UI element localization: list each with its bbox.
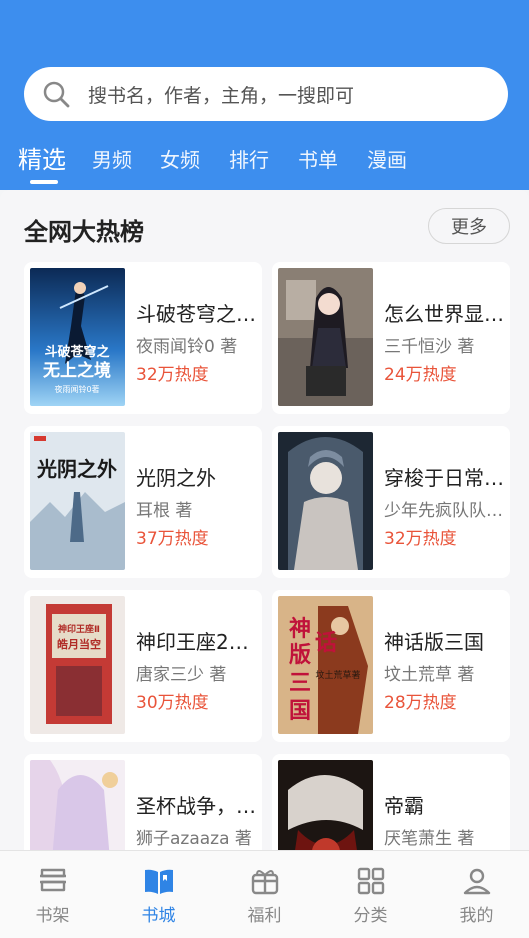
svg-text:神: 神	[289, 616, 311, 642]
svg-text:国: 国	[289, 698, 311, 724]
svg-text:斗破苍穹之: 斗破苍穹之	[44, 344, 109, 360]
book-author: 厌笔萧生 著	[384, 829, 475, 849]
nav-profile[interactable]: 我的	[424, 851, 529, 938]
book-cover[interactable]: 斗破苍穹之 无上之境 夜雨闻铃0著	[30, 268, 125, 406]
svg-text:话: 话	[315, 630, 337, 656]
book-author: 唐家三少 著	[136, 665, 227, 685]
category-tabs: 精选 男频 女频 排行 书单 漫画	[0, 138, 529, 188]
book-title: 神印王座2皓月当空	[136, 630, 256, 654]
book-card[interactable]: 斗破苍穹之 无上之境 夜雨闻铃0著 斗破苍穹之无上之境 夜雨闻铃0 著 32万热…	[24, 262, 262, 414]
book-cover[interactable]: 光阴之外	[30, 432, 125, 570]
header: 搜书名，作者，主角，一搜即可 精选 男频 女频 排行 书单 漫画	[0, 0, 529, 190]
book-heat: 28万热度	[384, 693, 457, 713]
tab-ranking[interactable]: 排行	[229, 144, 269, 173]
tab-featured[interactable]: 精选	[18, 140, 66, 175]
book-title: 斗破苍穹之无上之境	[136, 302, 256, 326]
search-bar[interactable]: 搜书名，作者，主角，一搜即可	[24, 67, 508, 121]
book-author: 少年先疯队队长 著	[384, 501, 506, 521]
gift-icon	[251, 870, 278, 895]
book-author: 夜雨闻铃0 著	[136, 337, 238, 357]
book-card[interactable]: 穿梭于日常与非日常 少年先疯队队长 著 32万热度	[272, 426, 510, 578]
book-card[interactable]: 怎么世界显示我是主角 三千恒沙 著 24万热度	[272, 262, 510, 414]
svg-text:夜雨闻铃0著: 夜雨闻铃0著	[54, 384, 99, 394]
grid-icon	[357, 867, 384, 895]
search-icon	[43, 81, 70, 108]
book-card[interactable]: 神印王座Ⅱ 皓月当空 神印王座2皓月当空 唐家三少 著 30万热度	[24, 590, 262, 742]
nav-label: 我的	[459, 906, 494, 926]
book-title: 穿梭于日常与非日常	[384, 466, 504, 490]
tab-indicator	[30, 180, 58, 184]
nav-bookstore[interactable]: 书城	[106, 851, 211, 938]
book-cover[interactable]	[278, 432, 373, 570]
book-cover[interactable]: 神印王座Ⅱ 皓月当空	[30, 596, 125, 734]
svg-text:三: 三	[289, 670, 311, 696]
book-author: 三千恒沙 著	[384, 337, 475, 357]
tab-female[interactable]: 女频	[160, 144, 200, 173]
main-content: 全网大热榜 更多 斗破苍穹之 无上之境 夜雨闻铃0著 斗破苍穹之无上之境 夜雨闻…	[0, 190, 529, 850]
user-icon	[463, 868, 490, 895]
book-open-icon	[144, 869, 173, 894]
book-heat: 37万热度	[136, 529, 209, 549]
nav-label: 分类	[353, 906, 388, 926]
book-cover[interactable]	[278, 760, 373, 850]
book-card[interactable]: 光阴之外 光阴之外 耳根 著 37万热度	[24, 426, 262, 578]
svg-text:无上之境: 无上之境	[42, 360, 111, 381]
more-button[interactable]: 更多	[428, 208, 510, 244]
svg-text:版: 版	[289, 642, 311, 668]
tab-male[interactable]: 男频	[92, 144, 132, 173]
svg-text:坟土荒草著: 坟土荒草著	[315, 669, 360, 681]
svg-text:皓月当空: 皓月当空	[57, 637, 101, 651]
book-card[interactable]: 神 版 三 国 话 坟土荒草著 神话版三国 坟土荒草 著 28万热度	[272, 590, 510, 742]
book-heat: 32万热度	[136, 365, 209, 385]
nav-label: 书城	[141, 906, 176, 926]
book-title: 怎么世界显示我是主角	[384, 302, 504, 326]
tab-booklist[interactable]: 书单	[298, 144, 338, 173]
book-author: 耳根 著	[136, 501, 193, 521]
svg-text:神印王座Ⅱ: 神印王座Ⅱ	[58, 623, 100, 635]
book-title: 光阴之外	[136, 466, 216, 490]
nav-welfare[interactable]: 福利	[212, 851, 317, 938]
nav-category[interactable]: 分类	[318, 851, 423, 938]
book-heat: 30万热度	[136, 693, 209, 713]
book-title: 神话版三国	[384, 630, 484, 654]
book-cover[interactable]	[278, 268, 373, 406]
book-heat: 24万热度	[384, 365, 457, 385]
nav-label: 书架	[35, 906, 70, 926]
book-card[interactable]: 帝霸 厌笔萧生 著	[272, 754, 510, 850]
bookshelf-icon	[39, 868, 66, 892]
nav-label: 福利	[247, 906, 282, 926]
search-placeholder: 搜书名，作者，主角，一搜即可	[88, 84, 355, 107]
book-title: 圣杯战争，我的从者是	[136, 794, 256, 818]
book-cover[interactable]	[30, 760, 125, 850]
bottom-nav: 书架 书城 福利 分类 我的	[0, 850, 529, 938]
book-heat: 32万热度	[384, 529, 457, 549]
book-title: 帝霸	[384, 794, 424, 818]
book-author: 狮子azaaza 著	[136, 829, 252, 849]
svg-text:光阴之外: 光阴之外	[36, 457, 117, 481]
book-cover[interactable]: 神 版 三 国 话 坟土荒草著	[278, 596, 373, 734]
section-title: 全网大热榜	[24, 218, 144, 246]
nav-bookshelf[interactable]: 书架	[0, 851, 105, 938]
tab-comics[interactable]: 漫画	[367, 144, 407, 173]
book-card[interactable]: 圣杯战争，我的从者是 狮子azaaza 著	[24, 754, 262, 850]
book-author: 坟土荒草 著	[384, 665, 475, 685]
